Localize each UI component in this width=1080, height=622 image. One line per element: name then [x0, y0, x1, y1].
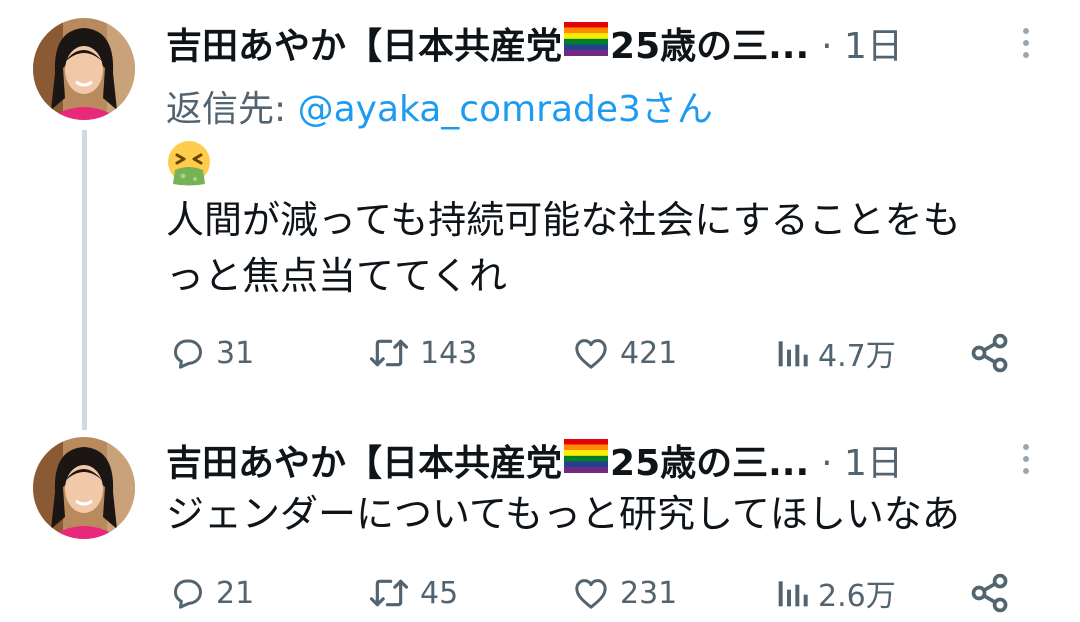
like-count: 231: [620, 575, 678, 611]
avatar[interactable]: [33, 18, 135, 120]
more-icon[interactable]: [1021, 444, 1031, 474]
views-button[interactable]: 2.6万: [774, 568, 896, 618]
retweet-icon: [366, 333, 412, 373]
more-icon[interactable]: [1021, 28, 1031, 58]
rainbow-flag-icon: [564, 21, 609, 65]
retweet-icon: [366, 573, 412, 613]
like-icon: [570, 573, 612, 613]
like-button[interactable]: 421: [570, 328, 677, 378]
views-button[interactable]: 4.7万: [774, 328, 896, 378]
retweet-button[interactable]: 143: [366, 328, 477, 378]
rainbow-flag-icon: [564, 438, 609, 482]
like-icon: [570, 333, 612, 373]
display-name-suffix[interactable]: 25歳の三...: [610, 17, 809, 69]
reply-button[interactable]: 31: [168, 328, 254, 378]
thread-connector-line: [82, 130, 87, 430]
reply-count: 31: [216, 335, 255, 371]
share-button[interactable]: [968, 568, 1012, 618]
share-icon: [968, 571, 1012, 615]
tweet-timestamp[interactable]: · 1日: [821, 434, 903, 486]
display-name-suffix[interactable]: 25歳の三...: [610, 434, 809, 486]
views-icon: [774, 333, 810, 373]
action-bar: 21 45 231 2.6万: [168, 568, 1028, 618]
retweet-count: 143: [420, 335, 478, 371]
share-button[interactable]: [968, 328, 1012, 378]
views-icon: [774, 573, 810, 613]
tweet-text-line: ジェンダーについてもっと研究してほしいなあ: [166, 492, 960, 536]
retweet-button[interactable]: 45: [366, 568, 458, 618]
display-name[interactable]: 吉田あやか【日本共産党: [166, 434, 562, 486]
tweet-timestamp[interactable]: · 1日: [821, 17, 903, 69]
views-count: 2.6万: [818, 579, 896, 614]
reply-to-label: 返信先:: [166, 89, 298, 130]
retweet-count: 45: [420, 575, 459, 611]
reply-to-handle[interactable]: @ayaka_comrade3さん: [298, 89, 713, 130]
share-icon: [968, 331, 1012, 375]
avatar[interactable]: [33, 437, 135, 539]
like-count: 421: [620, 335, 678, 371]
reply-icon: [168, 573, 208, 613]
tweet-header: 吉田あやか【日本共産党 25歳の三... · 1日: [166, 18, 903, 68]
tweet-text-line: っと焦点当ててくれ: [166, 254, 507, 298]
like-button[interactable]: 231: [570, 568, 677, 618]
reply-icon: [168, 333, 208, 373]
action-bar: 31 143 421 4.7万: [168, 328, 1028, 378]
tweet-text: ジェンダーについてもっと研究してほしいなあ: [166, 486, 960, 542]
display-name[interactable]: 吉田あやか【日本共産党: [166, 17, 562, 69]
vomiting-face-icon: [166, 140, 212, 190]
tweet-header: 吉田あやか【日本共産党 25歳の三... · 1日: [166, 435, 903, 485]
tweet-text: 人間が減っても持続可能な社会にすることをも っと焦点当ててくれ: [166, 192, 961, 304]
tweet-text-line: 人間が減っても持続可能な社会にすることをも: [166, 198, 961, 242]
reply-count: 21: [216, 575, 255, 611]
reply-to-line: 返信先: @ayaka_comrade3さん: [166, 80, 713, 132]
views-count: 4.7万: [818, 339, 896, 374]
reply-button[interactable]: 21: [168, 568, 254, 618]
